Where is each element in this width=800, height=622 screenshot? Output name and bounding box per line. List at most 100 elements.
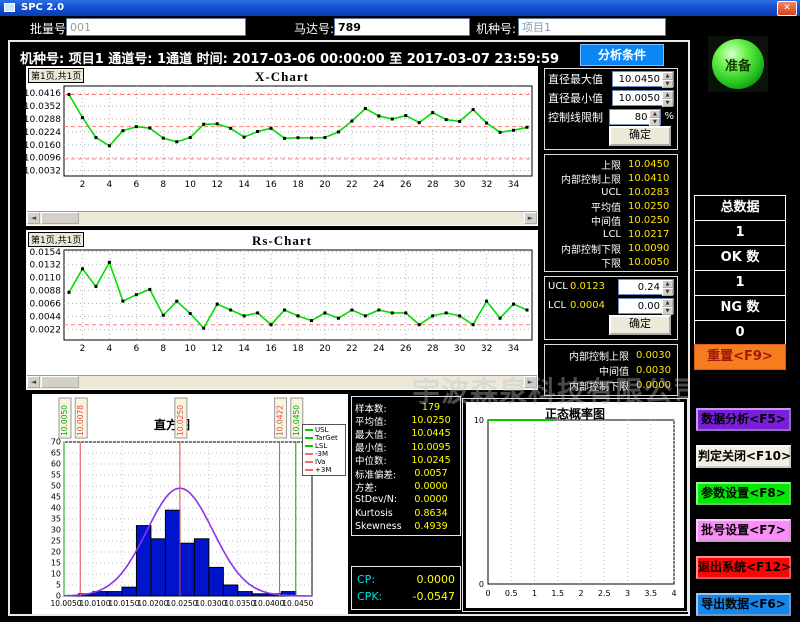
control-limit-spinner[interactable]: 80 ▲▼	[609, 109, 661, 125]
limit-value: 0.0030	[636, 350, 671, 361]
motor-input[interactable]	[334, 18, 470, 36]
svg-text:10: 10	[185, 344, 197, 354]
batch-settings-button[interactable]: 批号设置<F7>	[696, 519, 791, 542]
analyze-conditions-button[interactable]: 分析条件	[580, 44, 664, 66]
svg-text:10.0352: 10.0352	[26, 102, 61, 112]
svg-text:10.0288: 10.0288	[26, 115, 61, 125]
svg-text:0.5: 0.5	[505, 589, 518, 598]
rs-confirm-button[interactable]: 确定	[609, 315, 671, 335]
rs-ucl-value: 0.0123	[570, 281, 610, 292]
svg-text:10.0050: 10.0050	[60, 405, 69, 436]
rs-lcl-value: 0.0004	[570, 300, 610, 311]
svg-text:5: 5	[56, 581, 61, 590]
svg-text:16: 16	[265, 180, 277, 190]
spin-down-icon[interactable]: ▼	[662, 288, 673, 296]
rs-ucl-spinner[interactable]: 0.24 ▲▼	[618, 279, 674, 295]
legend-label: -3M	[315, 450, 328, 458]
scroll-left-icon[interactable]: ◄	[27, 376, 40, 388]
parameter-settings-button[interactable]: 参数设置<F8>	[696, 482, 791, 505]
svg-text:0.0044: 0.0044	[30, 312, 62, 322]
svg-text:70: 70	[51, 438, 61, 447]
legend-line-icon	[305, 469, 313, 471]
limit-label: 下限	[545, 255, 621, 270]
svg-text:0.0066: 0.0066	[30, 300, 62, 310]
svg-text:10.0422: 10.0422	[276, 405, 285, 436]
svg-text:24: 24	[373, 344, 385, 354]
svg-text:32: 32	[481, 344, 492, 354]
batch-input[interactable]	[66, 18, 246, 36]
rs-lcl-spinner[interactable]: 0.00 ▲▼	[618, 298, 674, 314]
stat-value: 0.4939	[405, 521, 457, 532]
svg-text:0: 0	[485, 589, 490, 598]
spin-up-icon[interactable]: ▲	[662, 91, 673, 99]
scroll-right-icon[interactable]: ►	[524, 212, 537, 224]
stat-value: 10.0445	[405, 428, 457, 439]
stat-value: 10.0250	[405, 415, 457, 426]
ready-button[interactable]: 准备	[712, 39, 764, 89]
spin-up-icon[interactable]: ▲	[649, 110, 660, 118]
limit-label: 内部控制下限	[545, 378, 629, 393]
svg-text:24: 24	[373, 180, 385, 190]
limit-value: 10.0050	[628, 257, 669, 268]
legend-line-icon	[305, 437, 313, 439]
limit-value: 10.0250	[628, 215, 669, 226]
svg-text:18: 18	[292, 344, 304, 354]
exit-system-button[interactable]: 退出系统<F12>	[696, 556, 791, 579]
limit-value: 10.0217	[628, 229, 669, 240]
svg-text:28: 28	[427, 344, 439, 354]
cpk-value: -0.0547	[413, 590, 455, 603]
x-chart-page-label: 第1页,共1页	[28, 68, 84, 83]
svg-text:30: 30	[51, 526, 61, 535]
x-chart-hscrollbar[interactable]: ◄ ►	[27, 211, 537, 225]
legend-line-icon	[305, 453, 313, 455]
cp-value: 0.0000	[417, 573, 456, 586]
limit-label: 内部控制下限	[545, 241, 621, 256]
limit-label: 平均值	[545, 199, 621, 214]
diameter-confirm-button[interactable]: 确定	[609, 126, 671, 146]
svg-text:10.0450: 10.0450	[282, 599, 313, 608]
statistics-panel: 样本数:179 平均值:10.0250 最大值:10.0445 最小值:10.0…	[351, 396, 461, 536]
titlebar[interactable]: SPC 2.0 ✕	[0, 0, 800, 16]
legend-label: +3M	[315, 466, 331, 474]
svg-text:22: 22	[346, 180, 357, 190]
svg-text:3: 3	[625, 589, 630, 598]
diameter-max-spinner[interactable]: 10.0450 ▲▼	[612, 71, 674, 87]
spin-up-icon[interactable]: ▲	[662, 72, 673, 80]
stat-label: 中位数:	[355, 453, 387, 467]
svg-text:4: 4	[107, 180, 113, 190]
limit-label: LCL	[545, 229, 621, 240]
limit-value: 10.0250	[628, 201, 669, 212]
spin-up-icon[interactable]: ▲	[662, 299, 673, 307]
reset-button[interactable]: 重置<F9>	[694, 344, 786, 370]
stat-value: 0.0000	[405, 481, 457, 492]
legend-line-icon	[305, 445, 313, 447]
limit-value: 10.0090	[628, 243, 669, 254]
svg-text:14: 14	[238, 180, 250, 190]
rs-chart-hscrollbar[interactable]: ◄ ►	[27, 375, 537, 389]
machine-input[interactable]	[518, 18, 666, 36]
spin-down-icon[interactable]: ▼	[649, 118, 660, 126]
svg-text:0.0154: 0.0154	[30, 248, 62, 258]
close-icon[interactable]: ✕	[777, 1, 797, 16]
spin-down-icon[interactable]: ▼	[662, 99, 673, 107]
judge-close-button[interactable]: 判定关闭<F10>	[696, 445, 791, 468]
limit-label: 中间值	[545, 213, 621, 228]
stat-value: 179	[405, 402, 457, 413]
diameter-min-spinner[interactable]: 10.0050 ▲▼	[612, 90, 674, 106]
stat-value: 10.0245	[405, 455, 457, 466]
rs-chart-scroll-thumb[interactable]	[41, 376, 79, 388]
svg-text:30: 30	[454, 180, 466, 190]
x-chart-scroll-thumb[interactable]	[41, 212, 79, 224]
rs-internal-limits-group: 内部控制上限0.0030 中间值0.0030 内部控制下限0.0000	[544, 344, 678, 396]
scroll-right-icon[interactable]: ►	[524, 376, 537, 388]
export-data-button[interactable]: 导出数据<F6>	[696, 593, 791, 616]
svg-text:0.0110: 0.0110	[30, 274, 62, 284]
svg-text:50: 50	[51, 482, 61, 491]
svg-text:2: 2	[80, 344, 86, 354]
data-analysis-button[interactable]: 数据分析<F5>	[696, 408, 791, 431]
svg-text:10.0096: 10.0096	[26, 154, 61, 164]
spin-down-icon[interactable]: ▼	[662, 307, 673, 315]
scroll-left-icon[interactable]: ◄	[27, 212, 40, 224]
spin-up-icon[interactable]: ▲	[662, 280, 673, 288]
spin-down-icon[interactable]: ▼	[662, 80, 673, 88]
